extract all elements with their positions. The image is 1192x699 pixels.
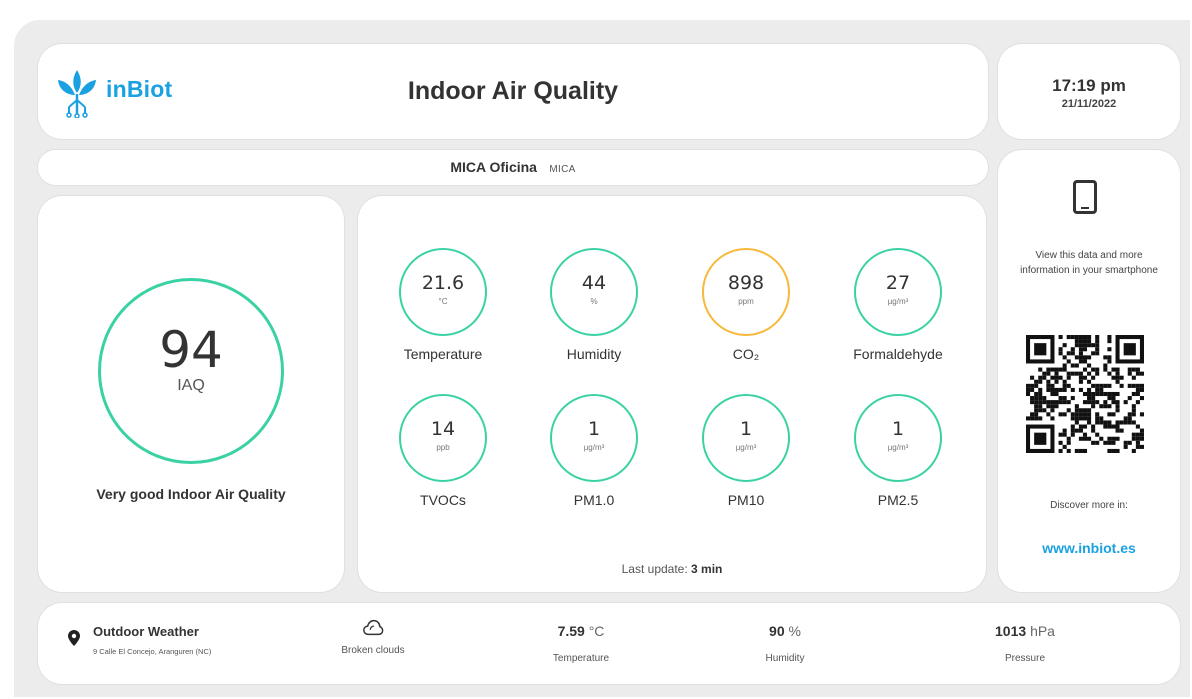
- metric-unit: ppm: [738, 297, 754, 306]
- metric-ring: 898 ppm: [702, 248, 790, 336]
- outdoor-address: 9 Calle El Concejo, Aranguren (NC): [93, 647, 212, 656]
- iaq-value: 94: [159, 321, 223, 379]
- metric-name: PM10: [727, 492, 765, 508]
- metric-name: PM2.5: [877, 492, 919, 508]
- website-link[interactable]: www.inbiot.es: [998, 540, 1180, 556]
- metric-unit: µg/m³: [583, 443, 605, 452]
- metric-ring: 14 ppb: [399, 394, 487, 482]
- current-date: 21/11/2022: [1061, 98, 1117, 110]
- outdoor-weather-card: Outdoor Weather 9 Calle El Concejo, Aran…: [38, 603, 1180, 684]
- outdoor-temperature-value: 7.59: [557, 623, 585, 639]
- last-update-prefix: Last update:: [621, 562, 688, 576]
- last-update-value: 3 min: [691, 562, 723, 576]
- last-update: Last update: 3 min: [358, 562, 986, 576]
- outdoor-pressure-value: 1013: [995, 623, 1027, 639]
- smartphone-icon: [1073, 180, 1097, 214]
- qr-code-icon[interactable]: [1026, 335, 1144, 453]
- outdoor-temperature-unit: °C: [588, 623, 605, 639]
- iaq-label: IAQ: [177, 377, 205, 394]
- metric-ring: 1 µg/m³: [854, 394, 942, 482]
- discover-text: Discover more in:: [1050, 500, 1128, 511]
- metric-pm10: 1 µg/m³ PM10: [671, 394, 821, 508]
- metrics-card: 21.6 °C Temperature 44 % Humidity 898 pp…: [358, 196, 986, 592]
- metric-ring: 1 µg/m³: [550, 394, 638, 482]
- outdoor-humidity: 90 % Humidity: [710, 623, 860, 664]
- metric-unit: °C: [438, 297, 448, 306]
- outdoor-humidity-unit: %: [788, 623, 801, 639]
- metric-value: 21.6: [421, 272, 465, 294]
- outdoor-humidity-label: Humidity: [765, 653, 805, 664]
- metric-value: 27: [885, 272, 911, 294]
- outdoor-temperature-label: Temperature: [552, 653, 610, 664]
- metric-name: TVOCs: [420, 492, 466, 508]
- outdoor-pressure-label: Pressure: [1004, 653, 1045, 664]
- weather-condition: Broken clouds: [298, 617, 448, 656]
- metric-temperature: 21.6 °C Temperature: [368, 248, 518, 362]
- current-time: 17:19 pm: [1052, 76, 1126, 95]
- location-name: MICA Oficina: [450, 159, 537, 175]
- metric-ring: 44 %: [550, 248, 638, 336]
- iaq-gauge: 94 IAQ: [98, 278, 284, 464]
- metric-name: PM1.0: [573, 492, 615, 508]
- header-card: inBiot Indoor Air Quality: [38, 44, 988, 139]
- location-pin-icon: [68, 630, 80, 646]
- metric-unit: %: [590, 297, 598, 306]
- outdoor-temperature: 7.59 °C Temperature: [506, 623, 656, 664]
- metric-pm25: 1 µg/m³ PM2.5: [823, 394, 973, 508]
- mobile-info-text: View this data and more information in y…: [1020, 250, 1158, 276]
- metric-name: Humidity: [566, 346, 622, 362]
- metric-unit: µg/m³: [735, 443, 757, 452]
- weather-condition-label: Broken clouds: [341, 645, 405, 656]
- metric-unit: µg/m³: [887, 297, 909, 306]
- metric-humidity: 44 % Humidity: [519, 248, 669, 362]
- metric-formaldehyde: 27 µg/m³ Formaldehyde: [823, 248, 973, 362]
- iaq-status: Very good Indoor Air Quality: [96, 486, 286, 502]
- metric-name: CO₂: [732, 346, 760, 362]
- cloud-icon: [363, 619, 384, 636]
- metric-ring: 27 µg/m³: [854, 248, 942, 336]
- metric-name: Temperature: [403, 346, 483, 362]
- metric-name: Formaldehyde: [853, 346, 943, 362]
- metric-value: 14: [430, 418, 456, 440]
- metric-unit: µg/m³: [887, 443, 909, 452]
- outdoor-title: Outdoor Weather: [93, 624, 199, 639]
- outdoor-humidity-value: 90: [769, 623, 785, 639]
- metric-tvocs: 14 ppb TVOCs: [368, 394, 518, 508]
- iaq-card: 94 IAQ Very good Indoor Air Quality: [38, 196, 344, 592]
- metric-value: 1: [587, 418, 601, 440]
- metric-ring: 21.6 °C: [399, 248, 487, 336]
- metric-value: 1: [891, 418, 905, 440]
- location-code: MICA: [549, 164, 576, 175]
- metric-unit: ppb: [436, 443, 450, 452]
- metric-value: 1: [739, 418, 753, 440]
- outdoor-pressure: 1013 hPa Pressure: [950, 623, 1100, 664]
- metric-ring: 1 µg/m³: [702, 394, 790, 482]
- metric-pm1: 1 µg/m³ PM1.0: [519, 394, 669, 508]
- metric-co2: 898 ppm CO₂: [671, 248, 821, 362]
- clock-card: 17:19 pm 21/11/2022: [998, 44, 1180, 139]
- mobile-card: View this data and more information in y…: [998, 150, 1180, 592]
- page-title: Indoor Air Quality: [407, 77, 619, 105]
- metric-value: 898: [727, 272, 765, 294]
- location-bar: MICA Oficina MICA: [38, 150, 988, 185]
- metric-value: 44: [581, 272, 607, 294]
- outdoor-pressure-unit: hPa: [1030, 623, 1055, 639]
